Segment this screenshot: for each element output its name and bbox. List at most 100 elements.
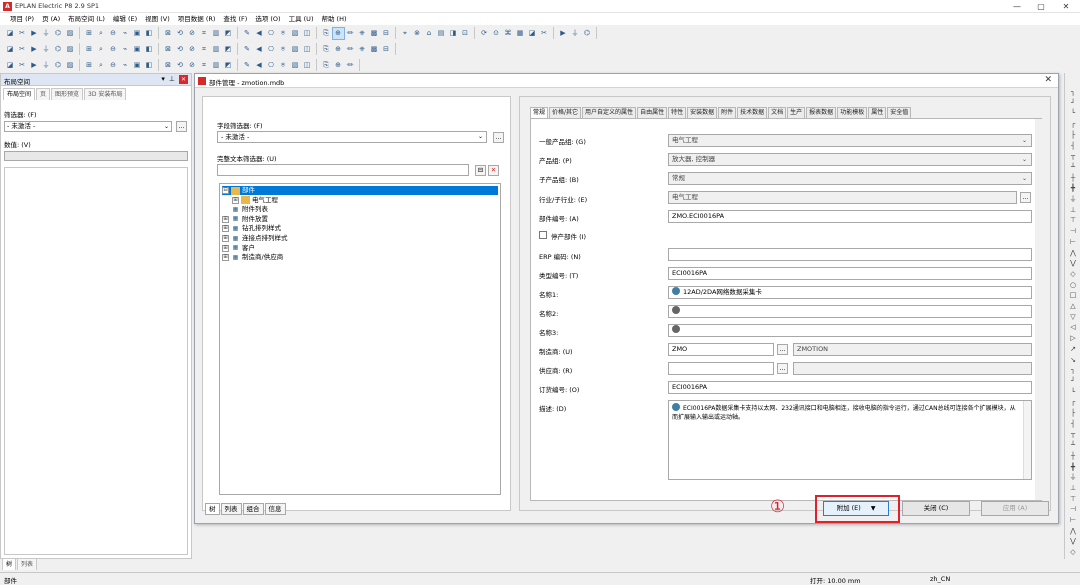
image-icon[interactable]: ⊖ xyxy=(108,60,119,71)
paste-icon[interactable]: ⌕ xyxy=(96,28,107,39)
cut-icon[interactable]: ▨ xyxy=(65,28,76,39)
open-icon[interactable]: ✂ xyxy=(17,28,28,39)
part-number-field[interactable]: ZMO.ECI0016PA xyxy=(668,210,1032,223)
snap-icon[interactable]: ⊕ xyxy=(331,26,345,40)
valve-icon[interactable]: ✎ xyxy=(242,44,253,55)
tree-node[interactable]: ⊞ ▦ 连接点排列样式 xyxy=(222,234,498,243)
vertical-tool-icon[interactable]: ┌ xyxy=(1068,397,1078,407)
breaker-icon[interactable]: ⏛ xyxy=(345,44,356,55)
dim-icon[interactable]: ⊞ xyxy=(84,60,95,71)
tb-k-icon[interactable]: ⊙ xyxy=(491,28,502,39)
key-icon[interactable]: ⌬ xyxy=(53,28,64,39)
menu-item-1[interactable]: 页 (A) xyxy=(38,13,64,25)
refresh-icon[interactable]: ◩ xyxy=(223,28,234,39)
vertical-tool-icon[interactable]: ┌ xyxy=(1068,119,1078,129)
tb-j-icon[interactable]: ⟳ xyxy=(479,28,490,39)
property-tab[interactable]: 生产 xyxy=(787,107,806,118)
property-scrollbar[interactable] xyxy=(1035,119,1042,500)
symbol-icon[interactable]: ⊖ xyxy=(108,44,119,55)
zoom-fit-icon[interactable]: ⍟ xyxy=(278,28,289,39)
vertical-tool-icon[interactable]: ┤ xyxy=(1068,419,1078,429)
check-icon[interactable]: ▣ xyxy=(132,28,143,39)
property-tab[interactable]: 安装数据 xyxy=(687,107,718,118)
filter-browse-button[interactable]: ... xyxy=(176,121,187,132)
coil-icon[interactable]: ◫ xyxy=(302,44,313,55)
close-button[interactable]: 关闭 (C) xyxy=(902,501,970,516)
expand-icon[interactable]: ⊞ xyxy=(222,254,229,262)
arrow-left-icon[interactable]: ▧ xyxy=(290,28,301,39)
manufacturer-browse-button[interactable]: ... xyxy=(777,344,788,355)
product-group-select[interactable]: 放大器, 控制器 ⌄ xyxy=(668,153,1032,166)
menu-item-8[interactable]: 工具 (U) xyxy=(285,13,318,25)
ortho-icon[interactable]: ⏛ xyxy=(345,28,356,39)
value-field[interactable] xyxy=(4,151,188,161)
conn-k-icon[interactable]: ▧ xyxy=(290,60,301,71)
menu-item-0[interactable]: 项目 (P) xyxy=(6,13,38,25)
vertical-tool-icon[interactable]: ┬ xyxy=(1068,151,1078,161)
tb-f-icon[interactable]: ⌂ xyxy=(424,28,435,39)
vertical-tool-icon[interactable]: └ xyxy=(1068,387,1078,397)
vertical-tool-icon[interactable]: ⊤ xyxy=(1068,494,1078,504)
terminal-icon[interactable]: ⌬ xyxy=(53,44,64,55)
order-number-field[interactable]: ECI0016PA xyxy=(668,381,1032,394)
redo2-icon[interactable]: ⊘ xyxy=(187,28,198,39)
conn-d-icon[interactable]: ⌗ xyxy=(199,60,210,71)
tb-g-icon[interactable]: ▤ xyxy=(436,28,447,39)
conn-c-icon[interactable]: ⊘ xyxy=(187,60,198,71)
pump-icon[interactable]: ◀ xyxy=(254,44,265,55)
property-tab[interactable]: 用户自定义的属性 xyxy=(582,107,637,118)
tb-o-icon[interactable]: ✂ xyxy=(539,28,550,39)
vertical-tool-icon[interactable]: ⏚ xyxy=(1068,472,1078,482)
tb-a-icon[interactable]: ⎈ xyxy=(357,28,368,39)
bus-icon[interactable]: ⌗ xyxy=(199,44,210,55)
conn-m-icon[interactable]: ⎘ xyxy=(321,60,332,71)
discontinued-checkbox[interactable] xyxy=(539,231,547,239)
description-field[interactable]: ECI0016PA数据采集卡支持以太网、232通讯接口和电脑相连，接收电脑的指令… xyxy=(668,400,1032,480)
hatch-icon[interactable]: ⌕ xyxy=(96,60,107,71)
fuse-icon[interactable]: ⊕ xyxy=(333,44,344,55)
vertical-tool-icon[interactable]: ┤ xyxy=(1068,141,1078,151)
conn-i-icon[interactable]: ⎔ xyxy=(266,60,277,71)
vertical-tool-icon[interactable]: ◇ xyxy=(1068,269,1078,279)
tree-node[interactable]: ⊞ ▦ 钻孔排列样式 xyxy=(222,224,498,233)
translate-icon[interactable]: ⊠ xyxy=(163,44,174,55)
property-tab[interactable]: 文档 xyxy=(768,107,787,118)
vertical-tool-icon[interactable]: ⊤ xyxy=(1068,215,1078,225)
industry-field[interactable]: 电气工程 xyxy=(668,191,1017,204)
motor-icon[interactable]: ⍟ xyxy=(278,44,289,55)
apply-button[interactable]: 应用 (A) xyxy=(981,501,1049,516)
vertical-tool-icon[interactable]: ┬ xyxy=(1068,429,1078,439)
menu-item-2[interactable]: 布局空间 (L) xyxy=(64,13,109,25)
parts-tree[interactable]: ⊟ 部件 ⊞ 电气工程 ▦ 附件列表 ⊞ ▦ 附件放置 ⊞ ▦ 钻孔排列样式 ⊞ ▦ 连接点排列样式 ⊞ ▦ 客户… xyxy=(219,183,501,495)
tb-q-icon[interactable]: ⏚ xyxy=(570,28,581,39)
undo2-icon[interactable]: ⟲ xyxy=(175,28,186,39)
tab-layout-space[interactable]: 布局空间 xyxy=(3,88,36,100)
arc-icon[interactable]: ⏚ xyxy=(41,60,52,71)
property-tab[interactable]: 属性 xyxy=(868,107,887,118)
conn-b-icon[interactable]: ⟲ xyxy=(175,60,186,71)
tank-icon[interactable]: ⎔ xyxy=(266,44,277,55)
name2-field[interactable] xyxy=(668,305,1032,318)
conn-a-icon[interactable]: ⊠ xyxy=(163,60,174,71)
tb-b-icon[interactable]: ▩ xyxy=(369,28,380,39)
arrow-right-icon[interactable]: ◫ xyxy=(302,28,313,39)
field-filter-browse-button[interactable]: ... xyxy=(493,132,504,143)
vertical-tool-icon[interactable]: ▽ xyxy=(1068,312,1078,322)
manufacturer-name-field[interactable]: ZMOTION xyxy=(793,343,1032,356)
tab-graphic-preview[interactable]: 图形预览 xyxy=(51,88,84,100)
apply-filter-icon[interactable]: ⊟ xyxy=(475,165,486,176)
vertical-tool-icon[interactable]: ⋀ xyxy=(1068,526,1078,536)
vertical-tool-icon[interactable]: ┘ xyxy=(1068,98,1078,108)
sensor-icon[interactable]: ▩ xyxy=(369,44,380,55)
expand-icon[interactable]: ⊞ xyxy=(222,235,229,242)
tree-node[interactable]: ⊞ 电气工程 xyxy=(232,196,498,205)
vertical-tool-icon[interactable]: ├ xyxy=(1068,130,1078,140)
vertical-tool-icon[interactable]: ╋ xyxy=(1068,183,1078,193)
property-tab[interactable]: 自由属性 xyxy=(637,107,668,118)
grid-icon[interactable]: ⎘ xyxy=(321,28,332,39)
tb-p-icon[interactable]: ▶ xyxy=(558,28,569,39)
graph-icon[interactable]: ◧ xyxy=(144,44,155,55)
conn-e-icon[interactable]: ▥ xyxy=(211,60,222,71)
tree-icon[interactable]: ▶ xyxy=(29,44,40,55)
poly-icon[interactable]: ⌬ xyxy=(53,60,64,71)
